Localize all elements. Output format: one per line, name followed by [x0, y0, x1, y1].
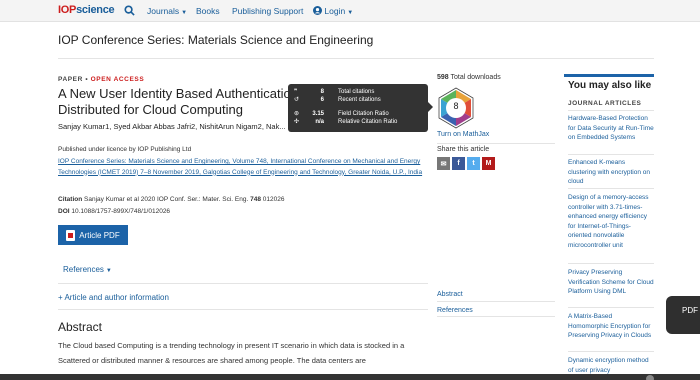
nav-publishing-support[interactable]: Publishing Support: [232, 6, 303, 16]
published-under: Published under licence by IOP Publishin…: [58, 146, 192, 153]
history-icon: ↺: [294, 97, 300, 103]
close-icon[interactable]: [646, 375, 654, 380]
doi: DOI 10.1088/1757-899X/748/1/012026: [58, 208, 171, 215]
share-buttons: ✉ f t M: [437, 157, 495, 170]
mendeley-icon[interactable]: M: [482, 157, 495, 170]
divider: [568, 307, 654, 308]
related-article[interactable]: Hardware-Based Protection for Data Secur…: [568, 114, 654, 143]
related-article[interactable]: Dynamic encryption method of user privac…: [568, 356, 654, 375]
divider: [568, 188, 654, 189]
user-icon: [313, 6, 322, 15]
article-pdf-button[interactable]: Article PDF: [58, 225, 128, 245]
nav-journals[interactable]: Journals ▼: [147, 6, 187, 16]
abstract-heading: Abstract: [58, 320, 103, 334]
top-navigation-bar: IOPscience Journals ▼ Books Publishing Su…: [0, 0, 700, 22]
sidebar-abstract-link[interactable]: Abstract: [437, 291, 463, 298]
iopscience-logo[interactable]: IOPscience: [58, 4, 115, 16]
you-may-also-like-panel: You may also like JOURNAL ARTICLES Hardw…: [564, 74, 654, 380]
references-dropdown[interactable]: References ▼: [63, 265, 112, 274]
divider: [58, 309, 428, 310]
divider: [437, 316, 555, 317]
sidebar-references-link[interactable]: References: [437, 307, 473, 314]
pdf-icon: [66, 229, 76, 241]
venue-link[interactable]: IOP Conference Series: Materials Science…: [58, 157, 428, 178]
floating-pdf-button[interactable]: PDF: [666, 296, 700, 334]
caret-down-icon: ▼: [181, 10, 188, 16]
badge-value: 8: [453, 101, 459, 111]
relative-ratio-icon: ✣: [294, 119, 300, 125]
search-icon[interactable]: [124, 5, 135, 18]
article-info-toggle[interactable]: + Article and author information: [58, 293, 169, 302]
divider: [58, 283, 428, 284]
journal-title[interactable]: IOP Conference Series: Materials Science…: [58, 33, 373, 47]
caret-down-icon: ▼: [347, 10, 354, 16]
abstract-text: The Cloud based Computing is a trending …: [58, 341, 405, 365]
caret-down-icon: ▼: [105, 268, 112, 274]
divider: [568, 154, 654, 155]
mathjax-toggle[interactable]: Turn on MathJax: [437, 131, 489, 138]
divider: [568, 110, 654, 111]
email-icon[interactable]: ✉: [437, 157, 450, 170]
ymal-heading: You may also like: [568, 80, 652, 91]
related-article[interactable]: Privacy Preserving Verification Scheme f…: [568, 268, 654, 297]
field-ratio-icon: ⊛: [294, 111, 300, 117]
downloads-count: 598 Total downloads: [437, 74, 501, 81]
related-article[interactable]: Design of a memory-access controller wit…: [568, 193, 654, 250]
article-type: PAPER • OPEN ACCESS: [58, 76, 145, 83]
twitter-icon[interactable]: t: [467, 157, 480, 170]
related-article[interactable]: A Matrix-Based Homomorphic Encryption fo…: [568, 312, 654, 341]
citation-metrics-popover: ❞ 8 Total citations ↺ 6 Recent citations ⊛ 3.…: [288, 84, 433, 132]
divider: [568, 351, 654, 352]
nav-books[interactable]: Books: [196, 6, 220, 16]
cookie-banner: [0, 374, 700, 380]
related-article[interactable]: Enhanced K-means clustering with encrypt…: [568, 158, 654, 187]
share-label: Share this article: [437, 146, 490, 153]
divider: [437, 143, 555, 144]
citation: Citation Sanjay Kumar et al 2020 IOP Con…: [58, 196, 285, 203]
dimensions-badge[interactable]: 8: [436, 86, 476, 130]
divider: [568, 263, 654, 264]
ymal-subheading: JOURNAL ARTICLES: [568, 100, 642, 107]
quote-icon: ❞: [294, 89, 298, 95]
facebook-icon[interactable]: f: [452, 157, 465, 170]
divider: [58, 58, 654, 59]
nav-login[interactable]: Login ▼: [313, 6, 353, 16]
divider: [437, 301, 555, 302]
